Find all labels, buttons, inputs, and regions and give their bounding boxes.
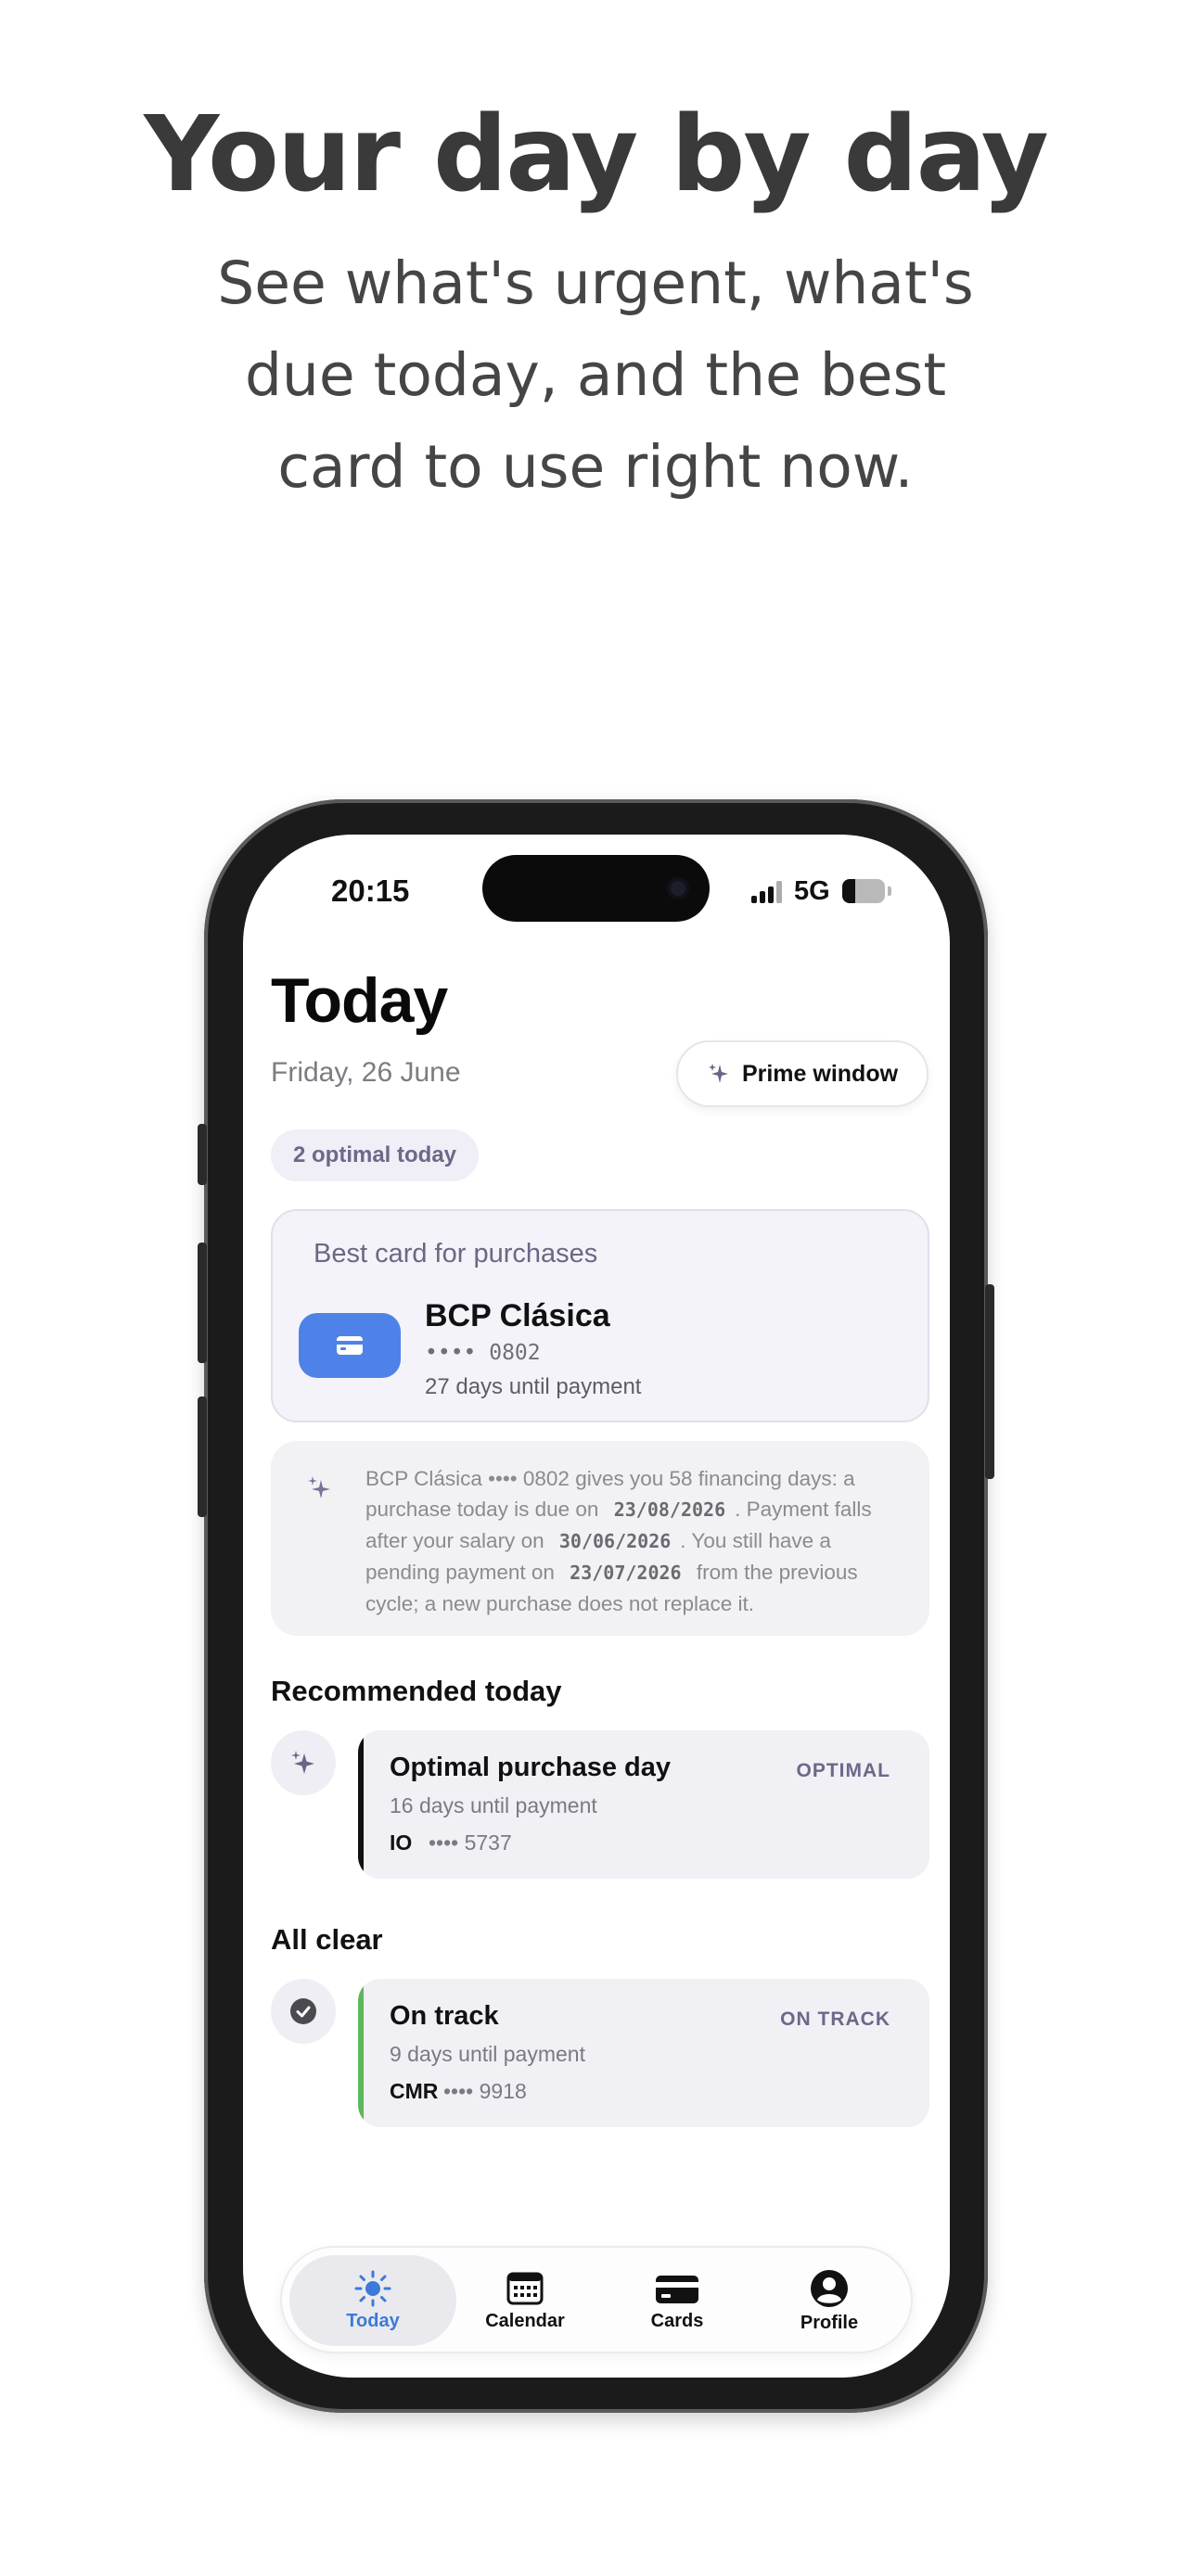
tab-bar: Today Calendar Cards Profile <box>280 2246 913 2353</box>
best-card-number: •••• 0802 <box>425 1341 541 1365</box>
recommendation-card-number: •••• 5737 <box>429 1830 512 1855</box>
insight-box: BCP Clásica •••• 0802 gives you 58 finan… <box>271 1441 929 1636</box>
action-button <box>198 1124 207 1185</box>
pending-date: 23/07/2026 <box>570 1562 682 1584</box>
tab-calendar[interactable]: Calendar <box>442 2255 608 2346</box>
recommendation-days: 16 days until payment <box>390 1793 597 1817</box>
volume-up-button <box>198 1243 207 1363</box>
tab-calendar-label: Calendar <box>485 2310 565 2331</box>
check-circle-icon <box>271 1979 336 2044</box>
sparkle-icon <box>308 1476 330 1498</box>
status-title: On track <box>390 2001 499 2031</box>
recommendation-title: Optimal purchase day <box>390 1753 671 1782</box>
best-card-panel[interactable]: Best card for purchases BCP Clásica ••••… <box>271 1209 929 1422</box>
best-card-label: Best card for purchases <box>314 1239 598 1269</box>
network-label: 5G <box>794 876 830 906</box>
power-button <box>985 1284 994 1479</box>
best-card-days: 27 days until payment <box>425 1374 642 1399</box>
signal-icon <box>751 881 783 903</box>
tab-today-label: Today <box>346 2310 400 2331</box>
status-card[interactable]: On track ON TRACK 9 days until payment C… <box>358 1979 929 2127</box>
recommendation-card[interactable]: Optimal purchase day OPTIMAL 16 days unt… <box>358 1730 929 1879</box>
salary-date: 30/06/2026 <box>558 1530 672 1552</box>
tab-cards-label: Cards <box>650 2310 704 2331</box>
on-track-badge: ON TRACK <box>780 2009 890 2030</box>
page-date: Friday, 26 June <box>271 1057 461 1088</box>
best-card-name: BCP Clásica <box>425 1298 610 1333</box>
status-time: 20:15 <box>331 874 410 908</box>
optimal-badge: OPTIMAL <box>796 1760 890 1781</box>
hero: Your day by day See what's urgent, what'… <box>0 93 1191 513</box>
insight-text: BCP Clásica •••• 0802 gives you 58 finan… <box>365 1467 872 1615</box>
card-icon <box>656 2275 698 2303</box>
page-title: Today <box>271 965 448 1036</box>
status-days: 9 days until payment <box>390 2042 585 2066</box>
profile-icon <box>811 2269 848 2307</box>
status-bar: 20:15 5G <box>243 835 950 946</box>
tab-today[interactable]: Today <box>289 2255 456 2346</box>
phone-screen: 20:15 5G Today Friday, 26 June Prime win… <box>243 835 950 2378</box>
dynamic-island <box>482 855 710 922</box>
prime-window-label: Prime window <box>741 1060 899 1087</box>
tab-profile-label: Profile <box>800 2312 859 2333</box>
sparkle-icon <box>708 1064 728 1083</box>
sparkle-icon <box>271 1730 336 1795</box>
credit-card-icon <box>299 1313 401 1378</box>
camera-icon <box>667 877 689 899</box>
status-bank: CMR <box>390 2079 439 2103</box>
prime-window-button[interactable]: Prime window <box>676 1040 928 1107</box>
optimal-count-chip: 2 optimal today <box>271 1129 480 1181</box>
hero-title: Your day by day <box>144 95 1049 215</box>
volume-down-button <box>198 1396 207 1517</box>
due-date: 23/08/2026 <box>613 1498 726 1521</box>
status-card-number: •••• 9918 <box>443 2079 527 2103</box>
battery-icon <box>842 879 885 903</box>
calendar-icon <box>506 2272 544 2304</box>
recommended-heading: Recommended today <box>271 1675 562 1707</box>
all-clear-heading: All clear <box>271 1923 383 1956</box>
sun-icon <box>354 2270 391 2306</box>
recommendation-bank: IO <box>390 1830 413 1855</box>
tab-profile[interactable]: Profile <box>746 2255 913 2346</box>
hero-subtitle: See what's urgent, what's due today, and… <box>217 249 974 502</box>
tab-cards[interactable]: Cards <box>594 2255 761 2346</box>
